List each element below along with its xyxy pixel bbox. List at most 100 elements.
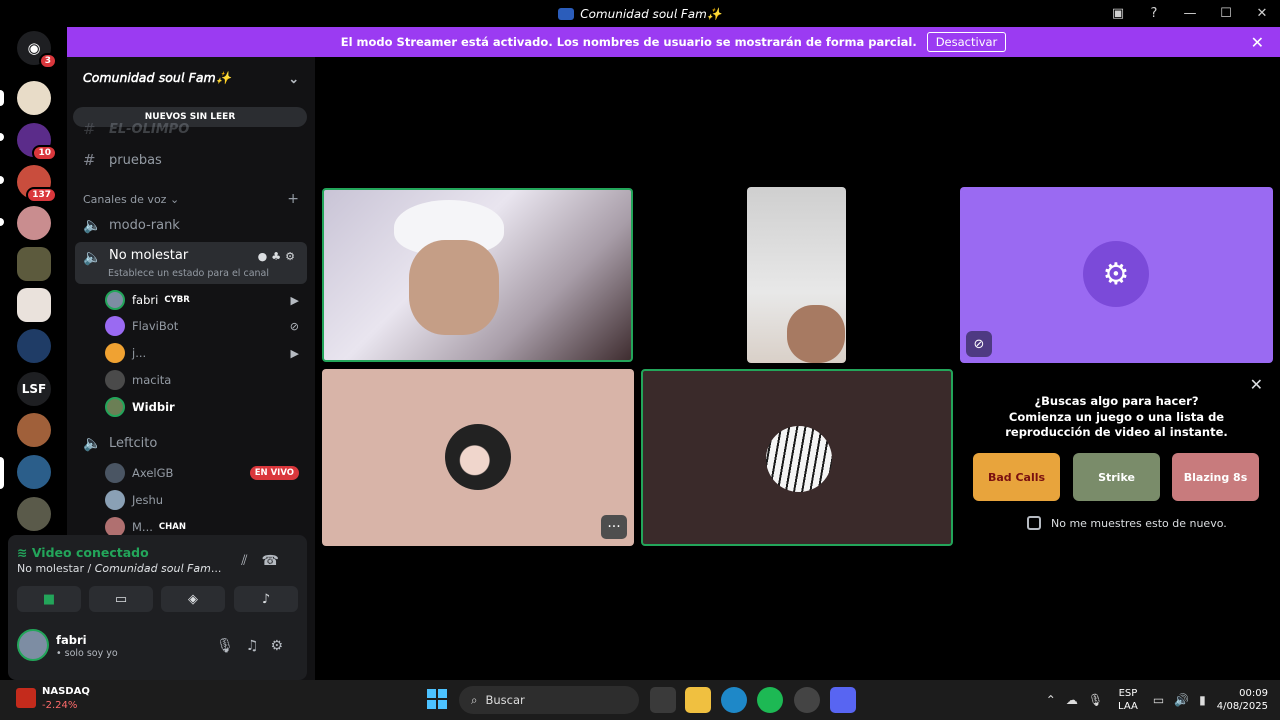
edge-icon[interactable]: [721, 687, 747, 713]
maximize-button[interactable]: ☐: [1208, 6, 1244, 21]
soundboard-button[interactable]: ♪: [234, 586, 298, 612]
add-channel-icon[interactable]: +: [287, 191, 299, 207]
voice-channel-active[interactable]: 🔈 No molestar Establece un estado para e…: [75, 242, 307, 284]
server-indicator: [0, 218, 4, 226]
volume-icon[interactable]: 🔊: [1174, 693, 1189, 707]
close-banner-icon[interactable]: ✕: [1251, 33, 1264, 52]
file-explorer-icon[interactable]: [685, 687, 711, 713]
close-icon[interactable]: ✕: [1250, 375, 1263, 394]
voice-user[interactable]: j... ▶: [105, 341, 305, 365]
voice-user[interactable]: Widbir: [105, 395, 305, 419]
voice-category[interactable]: Canales de voz ⌄: [83, 193, 179, 206]
language-indicator[interactable]: ESP LAA: [1118, 687, 1138, 713]
microphone-icon[interactable]: 🎙: [216, 638, 246, 654]
video-tile[interactable]: [322, 188, 633, 362]
spotify-icon[interactable]: [757, 687, 783, 713]
window-controls: ▣ ? — ☐ ✕: [1100, 0, 1280, 27]
disconnect-icon[interactable]: ☎: [262, 553, 293, 569]
video-tile[interactable]: [641, 369, 953, 546]
search-input[interactable]: ⌕ Buscar: [459, 686, 639, 714]
discord-icon[interactable]: [830, 687, 856, 713]
user-name: M...: [132, 520, 153, 534]
current-user-status: • solo soy yo: [56, 648, 118, 659]
battery-icon[interactable]: ▮: [1199, 693, 1206, 707]
cloud-icon[interactable]: ☁: [1066, 693, 1078, 707]
server-icon[interactable]: 137: [17, 165, 57, 203]
voice-user[interactable]: AxelGB EN VIVO: [105, 461, 305, 485]
server-icon[interactable]: [17, 288, 51, 322]
server-icon[interactable]: LSF: [17, 372, 51, 406]
user-name: Jeshu: [132, 493, 164, 507]
avatar: [445, 424, 511, 490]
server-icon[interactable]: [17, 247, 51, 281]
voice-user[interactable]: Jeshu: [105, 488, 305, 512]
channel-name: pruebas: [109, 152, 162, 168]
game-card[interactable]: Strike: [1073, 453, 1160, 501]
video-tile[interactable]: [747, 187, 846, 363]
voice-user[interactable]: macita: [105, 368, 305, 392]
microphone-icon[interactable]: 🎙: [1088, 693, 1103, 707]
help-icon[interactable]: ?: [1136, 6, 1172, 21]
invite-icon[interactable]: ♣: [271, 250, 285, 263]
gear-icon[interactable]: ⚙: [285, 250, 299, 263]
noise-suppression-icon[interactable]: ⫽: [241, 553, 261, 569]
inbox-icon[interactable]: ▣: [1100, 6, 1136, 21]
network-icon[interactable]: ▭: [1153, 693, 1164, 707]
close-window-button[interactable]: ✕: [1244, 6, 1280, 21]
voice-connection-location[interactable]: No molestar / 𝘊𝘰𝘮𝘶𝘯𝘪𝘥𝘢𝘥 𝘴𝘰𝘶𝘭 𝘍𝘢𝘮...: [17, 562, 221, 575]
user-tag: CHAN: [158, 522, 186, 532]
gear-icon[interactable]: ⚙: [270, 638, 295, 654]
guild-header[interactable]: 𝘊𝘰𝘮𝘶𝘯𝘪𝘥𝘢𝘥 𝘴𝘰𝘶𝘭 𝘍𝘢𝘮✨ ⌄: [67, 57, 315, 99]
start-button[interactable]: [427, 689, 447, 709]
checkbox[interactable]: [1027, 516, 1041, 530]
avatar: [105, 397, 125, 417]
server-icon[interactable]: [17, 81, 51, 115]
voice-user[interactable]: FlaviBot ⊘: [105, 314, 305, 338]
taskbar: NASDAQ -2.24% ⌕ Buscar ⌃ ☁ 🎙 ESP LAA ▭ 🔊…: [0, 680, 1280, 720]
activity-button[interactable]: ◈: [161, 586, 225, 612]
voice-channel[interactable]: 🔈 modo-rank: [75, 210, 307, 240]
clock[interactable]: 00:09 4/08/2025: [1217, 687, 1268, 713]
channel-status[interactable]: Establece un estado para el canal: [108, 268, 269, 279]
server-icon[interactable]: [17, 497, 51, 531]
camera-off-icon[interactable]: ⊘: [966, 331, 992, 357]
voice-user[interactable]: fabri CYBR ▶: [105, 288, 305, 312]
voice-connection-status[interactable]: ≋ Video conectado: [17, 545, 149, 560]
text-channel[interactable]: # EL-OLIMPO: [75, 114, 307, 144]
chevron-down-icon: ⌄: [288, 70, 299, 86]
chat-icon[interactable]: ●: [258, 250, 272, 263]
server-icon[interactable]: [17, 206, 51, 240]
game-card[interactable]: Bad Calls: [973, 453, 1060, 501]
camera-button[interactable]: ■: [17, 586, 81, 612]
more-options-icon[interactable]: ···: [601, 515, 627, 539]
game-card[interactable]: Blazing 8s: [1172, 453, 1259, 501]
speaker-icon: 🔈: [83, 434, 102, 452]
server-icon[interactable]: 10: [17, 123, 57, 161]
chrome-icon[interactable]: [794, 687, 820, 713]
server-icon[interactable]: [17, 455, 51, 489]
server-icon[interactable]: [17, 329, 51, 363]
channel-tools: ●♣⚙: [258, 250, 299, 263]
voice-channel[interactable]: 🔈 Leftcito: [75, 428, 307, 458]
server-icon[interactable]: [17, 413, 51, 447]
home-button[interactable]: ◉ 3: [17, 31, 57, 69]
avatar: [105, 316, 125, 336]
video-tile-bot[interactable]: ⚙ ⊘: [960, 187, 1273, 363]
minimize-button[interactable]: —: [1172, 6, 1208, 21]
soundboard-icon: ♪: [261, 591, 271, 607]
current-user-name[interactable]: fabri: [56, 633, 87, 647]
screenshare-button[interactable]: ▭: [89, 586, 153, 612]
channel-name: No molestar: [109, 248, 189, 263]
task-view-icon[interactable]: [650, 687, 676, 713]
chevron-up-icon[interactable]: ⌃: [1046, 693, 1056, 707]
avatar: [105, 490, 125, 510]
text-channel[interactable]: # pruebas: [75, 145, 307, 175]
channel-name: modo-rank: [109, 217, 180, 233]
dont-show-again[interactable]: No me muestres esto de nuevo.: [1027, 516, 1227, 530]
banner-text: El modo Streamer está activado. Los nomb…: [340, 35, 917, 49]
stock-widget[interactable]: NASDAQ -2.24%: [16, 686, 90, 711]
headphones-icon[interactable]: ♫: [246, 638, 271, 654]
video-tile[interactable]: ···: [322, 369, 634, 546]
disable-streamer-button[interactable]: Desactivar: [926, 32, 1007, 52]
avatar[interactable]: [17, 629, 49, 661]
